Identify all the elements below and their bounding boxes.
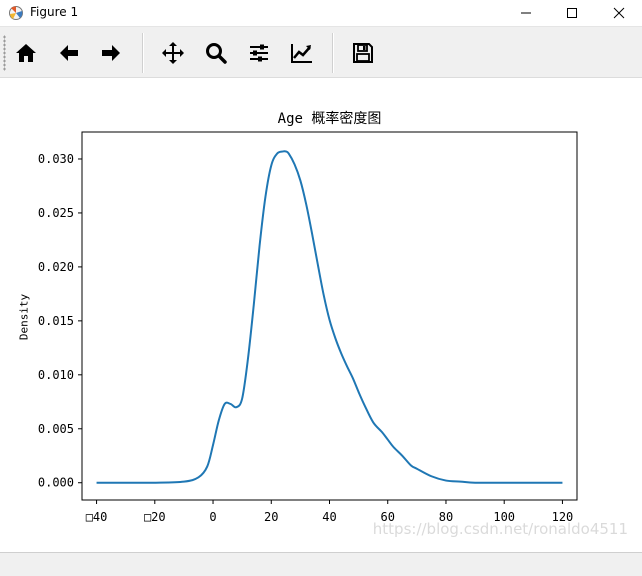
y-tick-label: 0.005 xyxy=(38,422,74,436)
y-tick-label: 0.015 xyxy=(38,314,74,328)
y-tick-label: 0.025 xyxy=(38,206,74,220)
y-tick-label: 0.010 xyxy=(38,368,74,382)
x-tick-label: □20 xyxy=(144,510,166,524)
figure-window: Figure 1 0.000 0.005 0.010 0.015 0.020 0… xyxy=(0,0,642,576)
y-axis-ticks: 0.000 0.005 0.010 0.015 0.020 0.025 0.030 xyxy=(38,152,82,490)
chart-title: Age 概率密度图 xyxy=(277,111,382,127)
x-tick-label: 0 xyxy=(209,510,216,524)
density-chart: 0.000 0.005 0.010 0.015 0.020 0.025 0.030 □40 □… xyxy=(38,131,578,524)
x-tick-label: 40 xyxy=(322,510,336,524)
x-tick-label: □40 xyxy=(86,510,108,524)
watermark-text: https://blog.csdn.net/ronaldo4511 xyxy=(372,520,628,538)
y-axis-label: Density xyxy=(17,293,31,341)
y-tick-label: 0.000 xyxy=(38,476,74,490)
y-tick-label: 0.030 xyxy=(38,152,74,166)
status-bar xyxy=(0,552,642,576)
age-density-line xyxy=(96,150,563,484)
x-tick-label: 20 xyxy=(264,510,278,524)
y-tick-label: 0.020 xyxy=(38,260,74,274)
